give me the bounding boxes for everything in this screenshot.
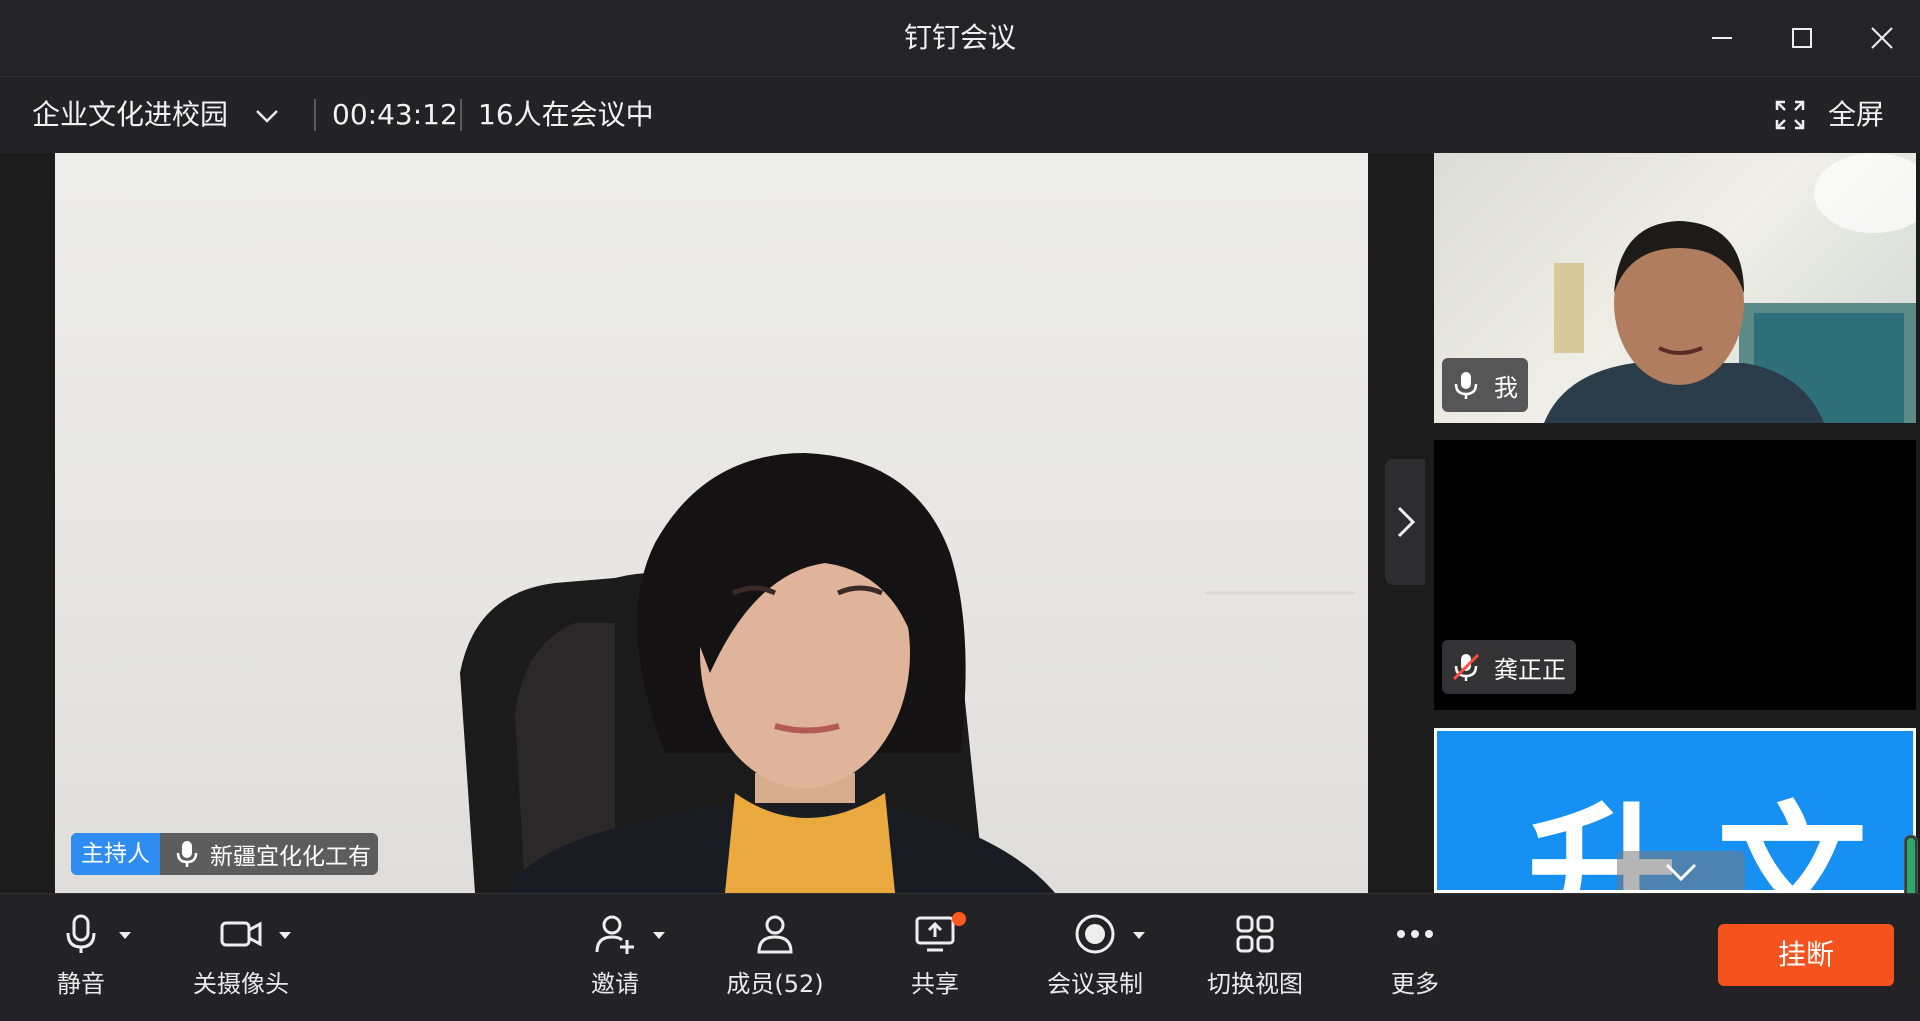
participant-name: 我: [1494, 373, 1518, 402]
main-video[interactable]: 主持人 新疆宜化化工有: [55, 153, 1368, 893]
caret-down-icon[interactable]: [276, 926, 294, 944]
meeting-toolbar: 静音 关摄像头 邀请 成员(52) 共享 会议录制 切换视图 更多 挂断: [0, 893, 1920, 1021]
maximize-icon: [1792, 28, 1812, 48]
members-button[interactable]: 成员(52): [700, 912, 850, 1007]
switch-view-label: 切换视图: [1207, 970, 1303, 998]
participant-label: 龚正正: [1442, 640, 1576, 694]
divider: [460, 99, 462, 131]
share-screen-icon: [915, 916, 955, 952]
participant-tile[interactable]: 升文: [1434, 728, 1916, 893]
minimize-icon: [1712, 37, 1732, 39]
more-label: 更多: [1391, 970, 1439, 998]
more-button[interactable]: 更多: [1340, 912, 1490, 1007]
meeting-timer: 00:43:12: [332, 98, 458, 131]
share-button[interactable]: 共享: [860, 912, 1010, 1007]
chevron-down-icon: [1665, 863, 1697, 882]
mute-label: 静音: [57, 970, 105, 998]
fullscreen-button[interactable]: 全屏: [1828, 77, 1884, 153]
maximize-button[interactable]: [1782, 18, 1822, 58]
window-title: 钉钉会议: [903, 21, 1016, 54]
close-button[interactable]: [1862, 18, 1902, 58]
microphone-icon: [66, 914, 96, 953]
minimize-button[interactable]: [1702, 18, 1742, 58]
fullscreen-icon[interactable]: [1774, 99, 1806, 131]
microphone-icon: [1454, 372, 1478, 399]
speaker-name: 新疆宜化化工有: [210, 844, 371, 870]
more-icon: [1397, 930, 1433, 938]
record-label: 会议录制: [1047, 970, 1143, 998]
meeting-name[interactable]: 企业文化进校园: [32, 77, 228, 153]
participant-count: 16人在会议中: [478, 98, 654, 131]
video-stage: 主持人 新疆宜化化工有 我 龚正正 升文: [0, 153, 1920, 921]
collapse-sidebar-button[interactable]: [1385, 459, 1425, 585]
divider: [314, 99, 316, 131]
participant-tile-self[interactable]: 我: [1434, 153, 1916, 423]
title-bar: 钉钉会议: [0, 0, 1920, 77]
participant-name: 龚正正: [1494, 655, 1566, 684]
grid-view-icon: [1236, 915, 1274, 953]
hangup-button[interactable]: 挂断: [1718, 924, 1894, 986]
participant-tile[interactable]: 龚正正: [1434, 440, 1916, 710]
members-label: 成员(52): [726, 970, 824, 998]
speaker-label: 主持人 新疆宜化化工有: [71, 833, 378, 875]
caret-down-icon[interactable]: [650, 926, 668, 944]
scroll-down-button[interactable]: [1617, 851, 1745, 890]
camera-button[interactable]: 关摄像头: [166, 912, 316, 1007]
share-label: 共享: [911, 970, 959, 998]
chevron-down-icon[interactable]: [250, 99, 284, 133]
microphone-icon: [176, 841, 198, 867]
close-icon: [1871, 27, 1893, 49]
invite-label: 邀请: [591, 970, 639, 998]
record-button[interactable]: 会议录制: [1020, 912, 1170, 1007]
speaker-video-image: [460, 453, 1355, 893]
participant-label: 我: [1442, 358, 1528, 412]
caret-down-icon[interactable]: [1130, 926, 1148, 944]
microphone-muted-icon: [1452, 653, 1480, 681]
host-badge: 主持人: [71, 833, 160, 875]
camera-label: 关摄像头: [193, 970, 289, 998]
members-icon: [757, 915, 793, 954]
record-icon: [1075, 914, 1115, 954]
mute-button[interactable]: 静音: [6, 912, 156, 1007]
caret-down-icon[interactable]: [116, 926, 134, 944]
meeting-info-bar: 企业文化进校园 00:43:12 16人在会议中 全屏: [0, 77, 1920, 153]
invite-button[interactable]: 邀请: [540, 912, 690, 1007]
notification-dot: [952, 912, 966, 926]
add-user-icon: [595, 915, 634, 954]
switch-view-button[interactable]: 切换视图: [1180, 912, 1330, 1007]
camera-icon: [220, 921, 262, 947]
chevron-right-icon: [1397, 506, 1416, 538]
